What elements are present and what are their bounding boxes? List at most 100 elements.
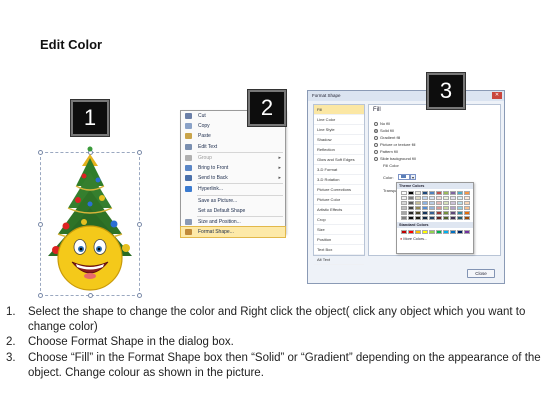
color-swatch[interactable]: [436, 191, 442, 195]
fill-option-radio[interactable]: Picture or texture fill: [374, 142, 415, 147]
color-swatch[interactable]: [415, 196, 421, 200]
category-item[interactable]: Reflection: [314, 145, 364, 155]
context-menu-item[interactable]: Group ▸: [181, 153, 285, 163]
color-swatch[interactable]: [457, 216, 463, 220]
fill-option-radio[interactable]: Slide background fill: [374, 156, 416, 161]
color-swatch[interactable]: [436, 230, 442, 234]
fill-option-radio[interactable]: Pattern fill: [374, 149, 398, 154]
color-swatch[interactable]: [401, 211, 407, 215]
color-swatch[interactable]: [457, 201, 463, 205]
color-swatch[interactable]: [422, 216, 428, 220]
color-swatch[interactable]: [429, 206, 435, 210]
fill-option-radio[interactable]: Gradient fill: [374, 135, 400, 140]
color-swatch[interactable]: [408, 211, 414, 215]
color-swatch[interactable]: [464, 216, 470, 220]
color-swatch[interactable]: [464, 211, 470, 215]
color-swatch[interactable]: [450, 206, 456, 210]
color-swatch[interactable]: [443, 216, 449, 220]
color-swatch[interactable]: [408, 191, 414, 195]
color-swatch[interactable]: [457, 206, 463, 210]
category-item[interactable]: 3-D Format: [314, 165, 364, 175]
color-swatch[interactable]: [408, 216, 414, 220]
color-swatch[interactable]: [422, 191, 428, 195]
color-swatch[interactable]: [415, 216, 421, 220]
color-swatch[interactable]: [464, 201, 470, 205]
color-swatch[interactable]: [401, 201, 407, 205]
color-swatch[interactable]: [457, 211, 463, 215]
fill-option-radio[interactable]: Solid fill: [374, 128, 394, 133]
color-swatch[interactable]: [429, 191, 435, 195]
context-menu-item[interactable]: Set as Default Shape: [181, 206, 285, 216]
color-swatch[interactable]: [408, 206, 414, 210]
color-swatch[interactable]: [464, 230, 470, 234]
context-menu-item[interactable]: Edit Text: [181, 142, 285, 152]
context-menu-item[interactable]: Bring to Front ▸: [181, 163, 285, 173]
color-swatch[interactable]: [450, 201, 456, 205]
color-swatch[interactable]: [464, 196, 470, 200]
category-item[interactable]: Crop: [314, 215, 364, 225]
color-swatch[interactable]: [422, 201, 428, 205]
category-item[interactable]: 3-D Rotation: [314, 175, 364, 185]
more-colors-item[interactable]: ● More Colors...: [397, 236, 473, 242]
color-swatch[interactable]: [457, 196, 463, 200]
context-menu-item[interactable]: Send to Back ▸: [181, 173, 285, 183]
color-swatch[interactable]: [443, 206, 449, 210]
color-swatch[interactable]: [401, 206, 407, 210]
color-swatch[interactable]: [429, 201, 435, 205]
color-swatch[interactable]: [450, 230, 456, 234]
color-swatch[interactable]: [443, 201, 449, 205]
color-swatch[interactable]: [436, 211, 442, 215]
color-swatch[interactable]: [443, 230, 449, 234]
context-menu-item[interactable]: Hyperlink...: [181, 184, 285, 194]
color-swatch[interactable]: [401, 196, 407, 200]
category-item[interactable]: Alt Text: [314, 255, 364, 265]
color-swatch[interactable]: [450, 211, 456, 215]
color-swatch[interactable]: [457, 230, 463, 234]
chevron-down-icon[interactable]: ▾: [410, 174, 416, 180]
color-swatch[interactable]: [429, 216, 435, 220]
color-swatch[interactable]: [415, 201, 421, 205]
color-swatch[interactable]: [422, 230, 428, 234]
category-item[interactable]: Fill: [314, 105, 364, 115]
color-swatch[interactable]: [401, 230, 407, 234]
color-swatch[interactable]: [408, 230, 414, 234]
color-swatch[interactable]: [436, 201, 442, 205]
color-swatch[interactable]: [450, 216, 456, 220]
color-swatch[interactable]: [429, 211, 435, 215]
color-swatch[interactable]: [429, 230, 435, 234]
color-swatch[interactable]: [415, 206, 421, 210]
category-item[interactable]: Line Color: [314, 115, 364, 125]
color-swatch[interactable]: [408, 201, 414, 205]
color-swatch[interactable]: [436, 216, 442, 220]
color-swatch[interactable]: [415, 230, 421, 234]
color-swatch[interactable]: [429, 196, 435, 200]
color-swatch[interactable]: [450, 191, 456, 195]
color-swatch[interactable]: [443, 211, 449, 215]
color-swatch[interactable]: [443, 191, 449, 195]
category-item[interactable]: Artistic Effects: [314, 205, 364, 215]
context-menu-item[interactable]: Paste: [181, 131, 285, 141]
fill-option-radio[interactable]: No fill: [374, 121, 390, 126]
color-swatch[interactable]: [401, 191, 407, 195]
color-swatch[interactable]: [450, 196, 456, 200]
color-swatch[interactable]: [464, 191, 470, 195]
close-icon[interactable]: ✕: [492, 92, 502, 99]
category-item[interactable]: Line Style: [314, 125, 364, 135]
fill-color-button[interactable]: [398, 174, 410, 180]
color-swatch[interactable]: [464, 206, 470, 210]
category-item[interactable]: Position: [314, 235, 364, 245]
color-swatch[interactable]: [422, 211, 428, 215]
color-swatch[interactable]: [415, 211, 421, 215]
color-swatch[interactable]: [436, 196, 442, 200]
color-swatch[interactable]: [415, 191, 421, 195]
category-item[interactable]: Glow and Soft Edges: [314, 155, 364, 165]
christmas-tree-smiley-image[interactable]: [40, 146, 140, 298]
context-menu-item[interactable]: Size and Position...: [181, 217, 285, 227]
color-swatch[interactable]: [408, 196, 414, 200]
category-item[interactable]: Picture Color: [314, 195, 364, 205]
context-menu-item[interactable]: Save as Picture...: [181, 196, 285, 206]
color-swatch[interactable]: [422, 206, 428, 210]
color-swatch[interactable]: [401, 216, 407, 220]
color-swatch[interactable]: [422, 196, 428, 200]
close-button[interactable]: Close: [467, 269, 495, 278]
